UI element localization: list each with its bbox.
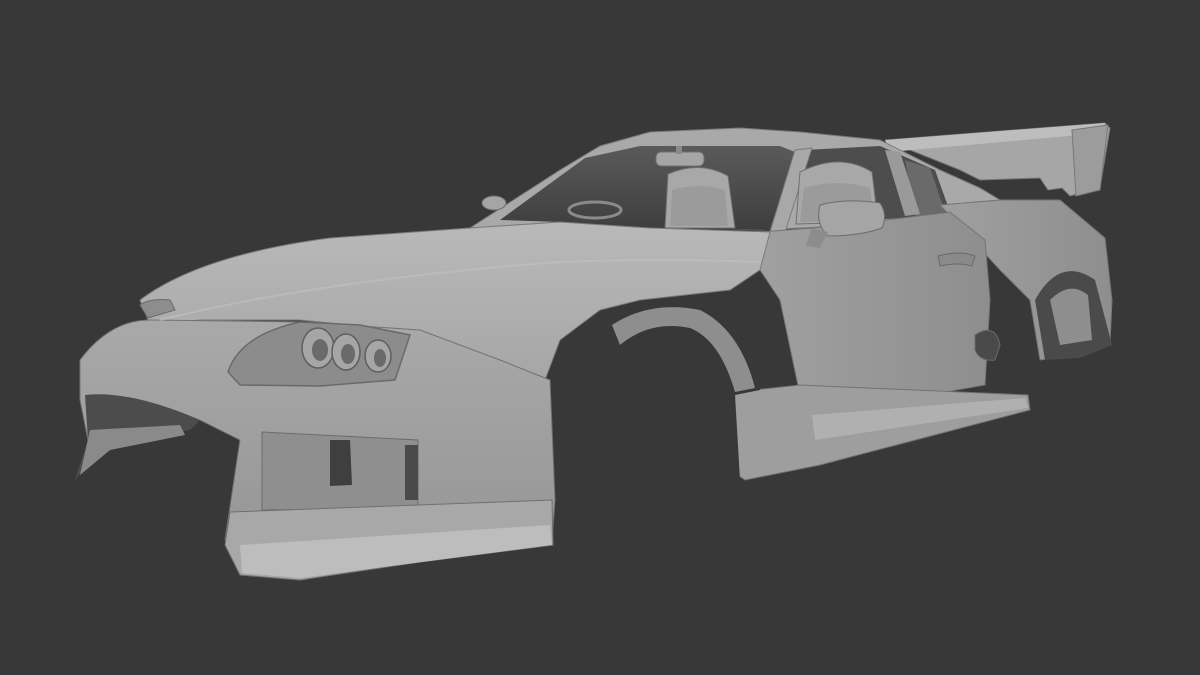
door-handle xyxy=(937,252,976,267)
door xyxy=(759,211,991,411)
front-wheel-arch xyxy=(560,304,760,520)
seat-left xyxy=(664,166,736,229)
3d-viewport[interactable] xyxy=(0,0,1200,675)
side-intake xyxy=(974,329,1001,361)
car-body-model[interactable] xyxy=(0,0,1200,675)
side-mirror-far xyxy=(481,195,507,211)
side-skirt xyxy=(729,384,1031,481)
